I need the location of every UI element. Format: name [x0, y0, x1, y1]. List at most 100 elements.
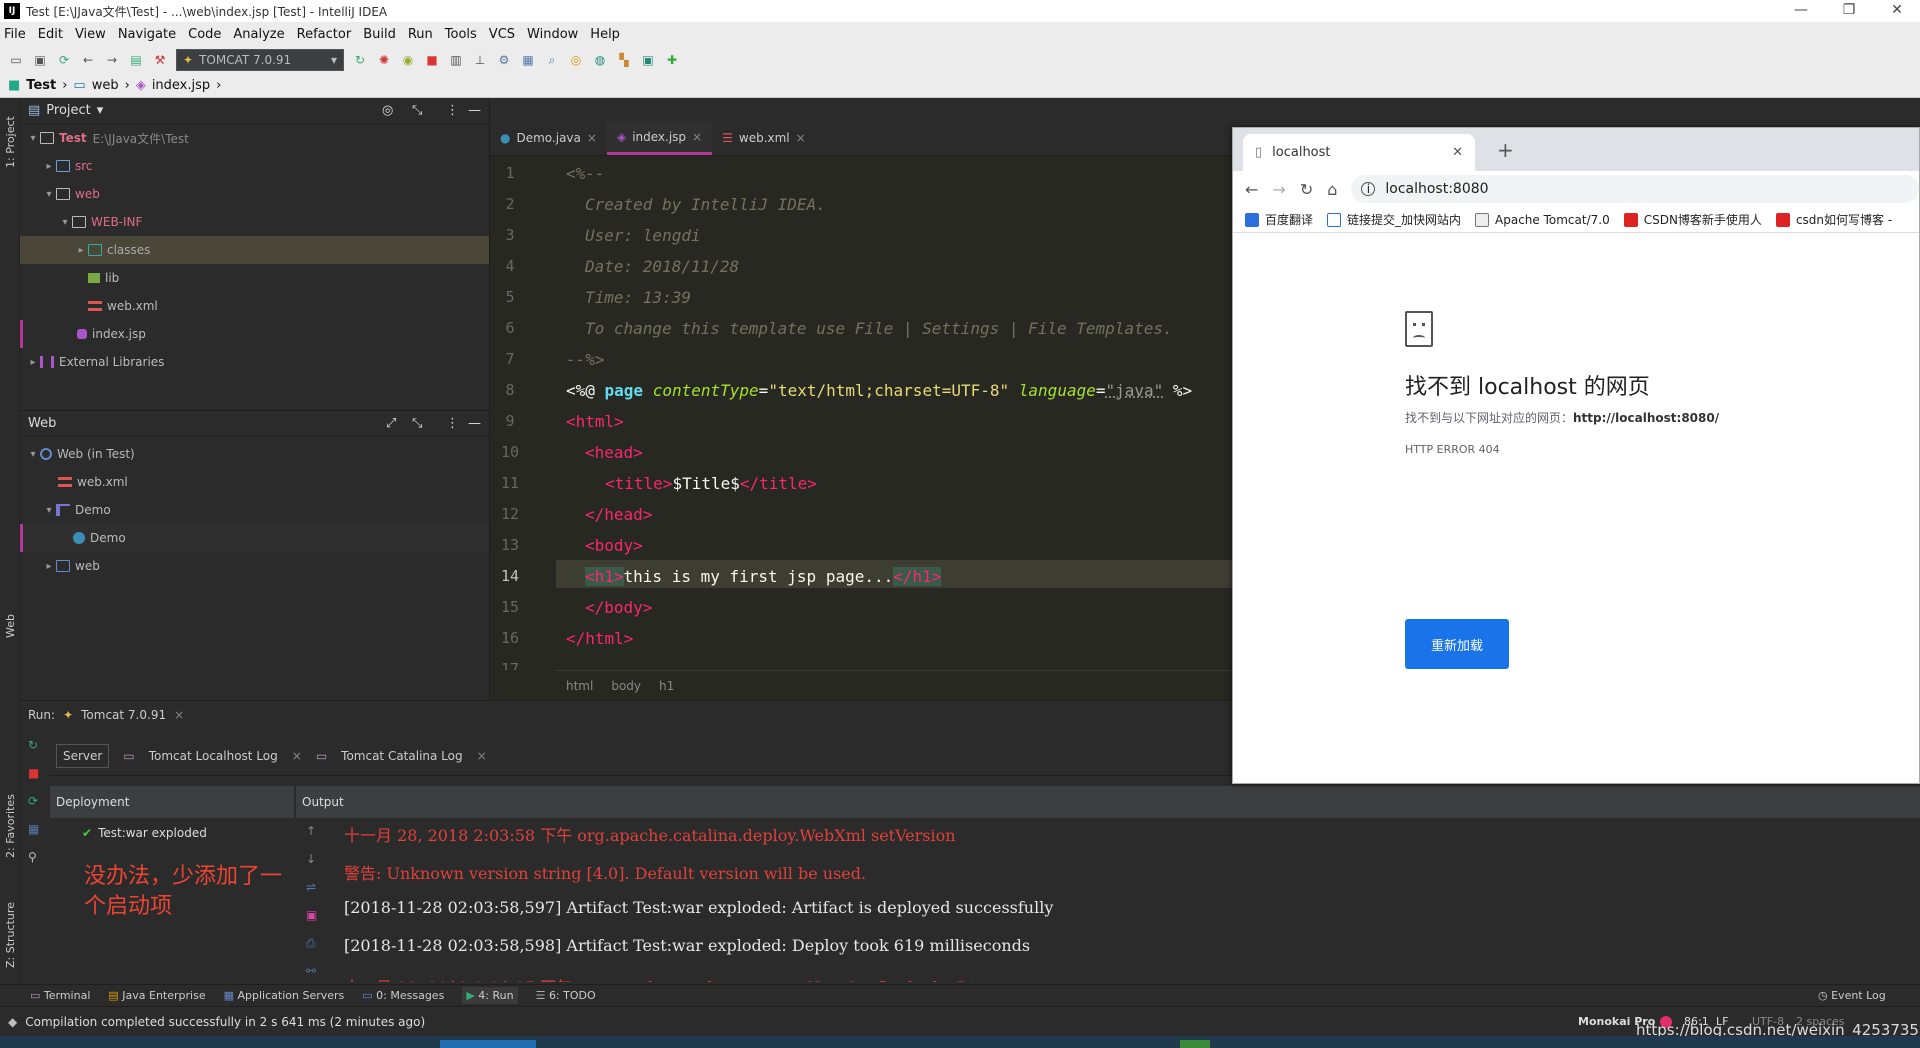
crumb-body[interactable]: body [611, 679, 641, 693]
back-icon[interactable]: ← [80, 52, 96, 68]
bookmark-item[interactable]: Apache Tomcat/7.0 [1475, 212, 1610, 227]
tab-server[interactable]: Server [56, 743, 110, 768]
print-icon[interactable]: ⎙ [306, 936, 316, 951]
bookmark-item[interactable]: 链接提交_加快网站内 [1327, 211, 1461, 228]
home-icon[interactable]: ⌂ [1327, 180, 1337, 199]
close-icon[interactable]: ✕ [1452, 145, 1463, 160]
breadcrumb-web[interactable]: web [92, 78, 119, 93]
menu-build[interactable]: Build [363, 27, 396, 42]
layout-icon[interactable]: ▦ [28, 822, 39, 836]
close-icon[interactable]: × [796, 131, 806, 145]
menu-run[interactable]: Run [408, 27, 433, 42]
tree-item-external-libraries[interactable]: ▸ External Libraries [20, 348, 489, 376]
menu-help[interactable]: Help [590, 27, 620, 42]
tree-item-web-root[interactable]: ▸ web [20, 552, 489, 580]
reload-button[interactable]: 重新加载 [1405, 619, 1509, 669]
sync-icon[interactable]: ⟳ [56, 52, 72, 68]
console-output[interactable]: ↑ ↓ ⇌ ▣ ⎙ ⚯ 十一月 28, 2018 2:03:58 下午 org.… [296, 818, 1920, 982]
tree-item-web-xml[interactable]: web.xml [20, 292, 489, 320]
link-icon[interactable]: ⚯ [306, 964, 316, 978]
tree-item-web-in-test[interactable]: ▾ Web (in Test) [20, 440, 489, 468]
breadcrumb-file[interactable]: index.jsp [152, 78, 210, 93]
browser-tab[interactable]: ▯ localhost ✕ [1243, 134, 1475, 171]
plugin-icon[interactable]: ◎ [568, 52, 584, 68]
reload-icon[interactable]: ↻ [1300, 180, 1313, 199]
tree-item-web-inf[interactable]: ▾ WEB-INF [20, 208, 489, 236]
project-tool-tab[interactable]: 1: Project [4, 116, 17, 168]
tool-run[interactable]: ▶ 4: Run [462, 987, 518, 1004]
forward-icon[interactable]: → [104, 52, 120, 68]
tab-web-xml[interactable]: ☰ web.xml × [712, 121, 816, 155]
project-panel-title[interactable]: Project [46, 103, 90, 118]
menu-analyze[interactable]: Analyze [233, 27, 284, 42]
tool-java-enterprise[interactable]: ▤ Java Enterprise [108, 989, 205, 1002]
collapse-icon[interactable]: ⤡ [412, 416, 422, 431]
scroll-up-icon[interactable]: ↑ [306, 824, 316, 838]
tree-item-classes[interactable]: ▸ classes [20, 236, 489, 264]
crumb-h1[interactable]: h1 [659, 679, 674, 693]
coverage-icon[interactable]: ◉ [400, 52, 416, 68]
deployment-item[interactable]: ✔ Test:war exploded [82, 826, 207, 840]
menu-edit[interactable]: Edit [38, 27, 63, 42]
close-window-button[interactable]: ✕ [1874, 0, 1920, 22]
menu-navigate[interactable]: Navigate [118, 27, 176, 42]
rerun-icon[interactable]: ↻ [28, 738, 38, 752]
tree-item-web[interactable]: ▾ web [20, 180, 489, 208]
back-icon[interactable]: ← [1245, 180, 1258, 199]
layout-icon[interactable]: ▚ [616, 52, 632, 68]
project-structure-icon[interactable]: ▥ [448, 52, 464, 68]
grid-icon[interactable]: ▦ [520, 52, 536, 68]
rerun-icon[interactable]: ↻ [352, 52, 368, 68]
new-tab-icon[interactable]: + [1497, 138, 1514, 162]
pin-icon[interactable]: ⚲ [28, 850, 37, 864]
presentation-icon[interactable]: ▣ [640, 52, 656, 68]
tree-item-test[interactable]: ▾ Test E:\JJava文件\Test [20, 124, 489, 152]
tab-demo-java[interactable]: ● Demo.java × [490, 121, 607, 155]
favorites-tool-tab[interactable]: 2: Favorites [4, 794, 17, 858]
tree-item-lib[interactable]: lib [20, 264, 489, 292]
menu-file[interactable]: File [4, 27, 26, 42]
search-icon[interactable]: ⌕ [544, 52, 560, 68]
settings-icon[interactable]: ⚙ [496, 52, 512, 68]
structure-tool-tab[interactable]: Z: Structure [4, 902, 17, 968]
debug-icon[interactable]: ✺ [376, 52, 392, 68]
tab-localhost-log[interactable]: Tomcat Localhost Log [149, 749, 278, 763]
web-tool-tab[interactable]: Web [4, 614, 17, 638]
puzzle-icon[interactable]: ✚ [664, 52, 680, 68]
save-icon[interactable]: ▣ [32, 52, 48, 68]
minimize-button[interactable]: — [1778, 0, 1824, 22]
expand-icon[interactable]: ⤢ [386, 416, 396, 431]
menu-code[interactable]: Code [188, 27, 221, 42]
terminal-icon[interactable]: ▤ [128, 52, 144, 68]
tree-item-demo-group[interactable]: ▾ Demo [20, 496, 489, 524]
locate-icon[interactable]: ◎ [382, 103, 393, 118]
close-icon[interactable]: × [292, 749, 302, 763]
tab-index-jsp[interactable]: ◈ index.jsp × [606, 121, 713, 155]
more-options-icon[interactable]: ⋮ [446, 103, 459, 118]
scroll-down-icon[interactable]: ↓ [306, 852, 316, 866]
build-hammer-icon[interactable]: ⚒ [152, 52, 168, 68]
tree-item-web-xml[interactable]: web.xml [20, 468, 489, 496]
hide-panel-icon[interactable]: — [468, 103, 481, 118]
run-configuration-select[interactable]: ✦ TOMCAT 7.0.91 ▾ [176, 49, 344, 71]
bookmark-item[interactable]: CSDN博客新手使用人 [1623, 211, 1762, 228]
tool-application-servers[interactable]: ▦ Application Servers [224, 989, 345, 1002]
tool-terminal[interactable]: ▭ Terminal [30, 989, 90, 1002]
soft-wrap-icon[interactable]: ⇌ [306, 880, 316, 894]
close-icon[interactable]: × [587, 131, 597, 145]
forward-icon[interactable]: → [1272, 180, 1285, 199]
tab-catalina-log[interactable]: Tomcat Catalina Log [341, 749, 462, 763]
tree-item-demo-servlet[interactable]: Demo [20, 524, 489, 552]
event-log[interactable]: ◷ Event Log [1818, 989, 1886, 1002]
url-input[interactable]: i localhost:8080 [1351, 175, 1919, 203]
tool-messages[interactable]: ▭ 0: Messages [362, 989, 444, 1002]
tool-todo[interactable]: ☰ 6: TODO [536, 989, 596, 1002]
maximize-button[interactable]: ❐ [1826, 0, 1872, 22]
open-icon[interactable]: ▭ [8, 52, 24, 68]
close-icon[interactable]: × [477, 749, 487, 763]
close-icon[interactable]: × [692, 130, 702, 144]
crumb-html[interactable]: html [566, 679, 593, 693]
menu-vcs[interactable]: VCS [489, 27, 515, 42]
run-config-tab[interactable]: Tomcat 7.0.91 [81, 708, 166, 722]
chevron-down-icon[interactable]: ▾ [97, 103, 104, 118]
